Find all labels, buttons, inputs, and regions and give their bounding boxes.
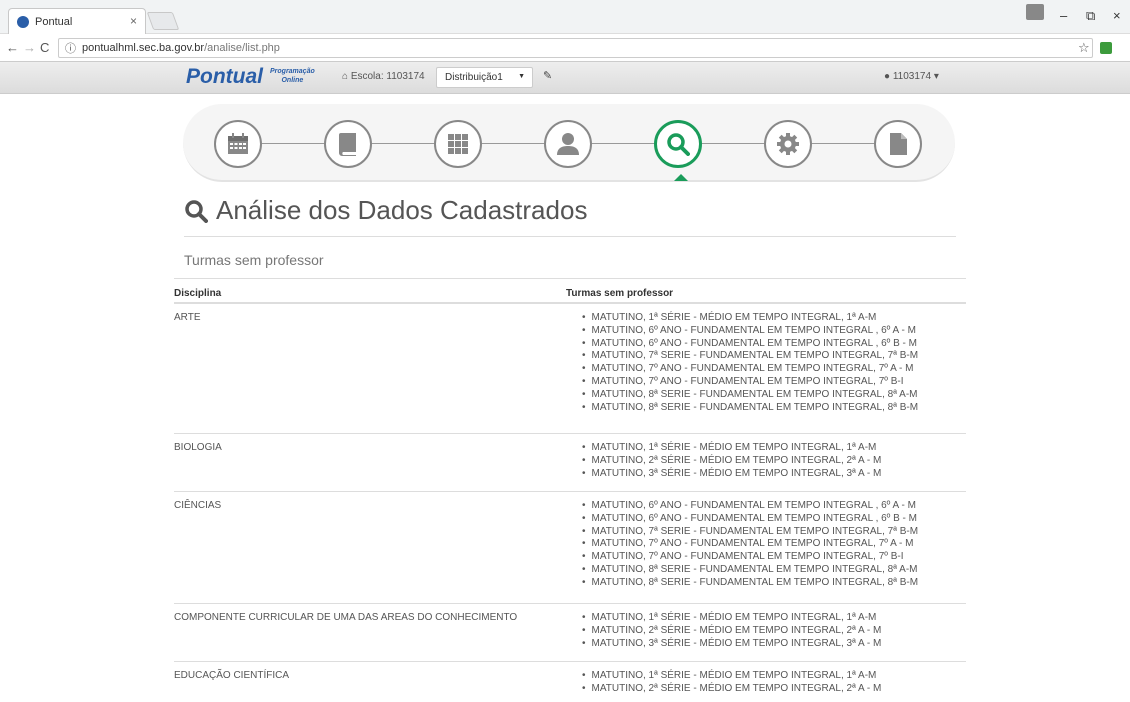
escola-label: Escola: 1103174 [350,71,425,82]
brand-sub-line2: Online [281,77,304,84]
list-item: MATUTINO, 8ª SERIE - FUNDAMENTAL EM TEMP… [582,402,919,415]
search-icon [667,133,690,156]
table-row: EDUCAÇÃO CIENTÍFICA MATUTINO, 1ª SÉRIE -… [174,662,966,702]
list-item: MATUTINO, 8ª SERIE - FUNDAMENTAL EM TEMP… [582,389,918,402]
turmas-list: MATUTINO, 6º ANO - FUNDAMENTAL EM TEMPO … [582,500,919,590]
list-item: MATUTINO, 6º ANO - FUNDAMENTAL EM TEMPO … [582,513,918,526]
step-search[interactable] [654,120,702,168]
home-icon: ⌂ [342,71,349,82]
list-item: MATUTINO, 7º ANO - FUNDAMENTAL EM TEMPO … [582,551,918,564]
back-icon[interactable]: ← [6,40,19,55]
browser-tab-strip: Pontual × – ⧉ × [0,0,1130,34]
list-item: MATUTINO, 7º ANO - FUNDAMENTAL EM TEMPO … [582,363,918,376]
page-title-text: Análise dos Dados Cadastrados [216,195,588,225]
section-subtitle: Turmas sem professor [184,252,324,268]
user-menu[interactable]: ● 1103174 ▾ [884,71,939,82]
turmas-list: MATUTINO, 1ª SÉRIE - MÉDIO EM TEMPO INTE… [582,612,882,651]
list-item: MATUTINO, 3ª SÉRIE - MÉDIO EM TEMPO INTE… [582,468,882,481]
divider [184,236,956,237]
disciplina-cell: EDUCAÇÃO CIENTÍFICA [174,670,290,681]
gear-icon [777,133,799,155]
table-row: COMPONENTE CURRICULAR DE UMA DAS AREAS D… [174,604,966,662]
step-settings[interactable] [764,120,812,168]
step-grid[interactable] [434,120,482,168]
user-icon [557,133,579,155]
list-item: MATUTINO, 8ª SERIE - FUNDAMENTAL EM TEMP… [582,577,919,590]
distribution-select[interactable]: Distribuição1 ▼ [436,67,533,88]
brand-subtitle: Programação Online [270,67,315,85]
disciplina-cell: ARTE [174,312,201,323]
escola-link[interactable]: ⌂ Escola: 1103174 [342,71,425,82]
distribution-value: Distribuição1 [445,72,503,83]
user-caret-icon: ▾ [933,71,939,82]
user-icon: ● [884,71,891,82]
table-header: Disciplina Turmas sem professor [174,278,966,304]
tab-close-icon[interactable]: × [130,14,137,28]
turmas-list: MATUTINO, 1ª SÉRIE - MÉDIO EM TEMPO INTE… [582,670,882,696]
search-icon [185,199,208,223]
address-bar-row: ← → C ⓘ pontualhml.sec.ba.gov.br/analise… [0,34,1130,62]
table-row: BIOLOGIA MATUTINO, 1ª SÉRIE - MÉDIO EM T… [174,434,966,492]
step-file[interactable] [874,120,922,168]
table-row: CIÊNCIAS MATUTINO, 6º ANO - FUNDAMENTAL … [174,492,966,604]
book-icon [339,133,356,156]
list-item: MATUTINO, 6º ANO - FUNDAMENTAL EM TEMPO … [582,325,918,338]
bookmark-star-icon[interactable]: ☆ [1078,40,1090,56]
grid-icon [448,134,468,154]
brand-logo[interactable]: Pontual [186,65,263,89]
step-user[interactable] [544,120,592,168]
list-item: MATUTINO, 7º ANO - FUNDAMENTAL EM TEMPO … [582,538,918,551]
step-book[interactable] [324,120,372,168]
new-tab-button[interactable] [146,12,180,30]
url-input[interactable]: ⓘ pontualhml.sec.ba.gov.br/analise/list.… [58,38,1093,58]
list-item: MATUTINO, 2ª SÉRIE - MÉDIO EM TEMPO INTE… [582,455,882,468]
profile-icon[interactable] [1026,4,1044,20]
calendar-icon [228,133,248,154]
brand-sub-line1: Programação [270,68,315,75]
reload-icon[interactable]: C [40,40,49,55]
turmas-list: MATUTINO, 1ª SÉRIE - MÉDIO EM TEMPO INTE… [582,442,882,481]
active-step-pointer [674,174,688,181]
disciplina-cell: CIÊNCIAS [174,500,222,511]
close-window-button[interactable]: × [1113,8,1121,23]
list-item: MATUTINO, 7ª SERIE - FUNDAMENTAL EM TEMP… [582,526,919,539]
list-item: MATUTINO, 1ª SÉRIE - MÉDIO EM TEMPO INTE… [582,670,881,683]
maximize-button[interactable]: ⧉ [1086,8,1095,24]
url-host: pontualhml.sec.ba.gov.br [82,42,205,54]
tab-title: Pontual [35,15,73,28]
list-item: MATUTINO, 1ª SÉRIE - MÉDIO EM TEMPO INTE… [582,612,881,625]
list-item: MATUTINO, 6º ANO - FUNDAMENTAL EM TEMPO … [582,500,918,513]
list-item: MATUTINO, 7ª SERIE - FUNDAMENTAL EM TEMP… [582,350,919,363]
list-item: MATUTINO, 2ª SÉRIE - MÉDIO EM TEMPO INTE… [582,625,882,638]
table-row: ARTE MATUTINO, 1ª SÉRIE - MÉDIO EM TEMPO… [174,304,966,434]
step-calendar[interactable] [214,120,262,168]
pencil-icon[interactable]: ✎ [543,69,552,82]
page-title: Análise dos Dados Cadastrados [184,195,587,226]
info-icon[interactable]: ⓘ [65,40,76,56]
list-item: MATUTINO, 8ª SERIE - FUNDAMENTAL EM TEMP… [582,564,918,577]
wizard-steps [183,104,955,182]
turmas-list: MATUTINO, 1ª SÉRIE - MÉDIO EM TEMPO INTE… [582,312,919,415]
turmas-table: Disciplina Turmas sem professor ARTE MAT… [174,278,966,702]
favicon-icon [17,15,29,28]
list-item: MATUTINO, 3ª SÉRIE - MÉDIO EM TEMPO INTE… [582,638,882,651]
disciplina-cell: COMPONENTE CURRICULAR DE UMA DAS AREAS D… [174,612,518,623]
user-id: 1103174 [892,71,932,82]
list-item: MATUTINO, 1ª SÉRIE - MÉDIO EM TEMPO INTE… [582,312,918,325]
col-header-turmas: Turmas sem professor [566,288,674,299]
caret-down-icon: ▼ [518,73,525,80]
file-icon [890,133,907,155]
browser-tab[interactable]: Pontual × [8,8,146,34]
list-item: MATUTINO, 1ª SÉRIE - MÉDIO EM TEMPO INTE… [582,442,881,455]
list-item: MATUTINO, 2ª SÉRIE - MÉDIO EM TEMPO INTE… [582,683,882,696]
list-item: MATUTINO, 6º ANO - FUNDAMENTAL EM TEMPO … [582,338,918,351]
list-item: MATUTINO, 7º ANO - FUNDAMENTAL EM TEMPO … [582,376,918,389]
forward-icon[interactable]: → [23,40,36,55]
url-path: /analise/list.php [204,42,280,54]
disciplina-cell: BIOLOGIA [174,442,222,453]
minimize-button[interactable]: – [1060,8,1067,23]
app-navbar: Pontual Programação Online ⌂ Escola: 110… [0,62,1130,94]
col-header-disciplina: Disciplina [174,288,222,299]
extension-icon[interactable] [1100,42,1112,54]
